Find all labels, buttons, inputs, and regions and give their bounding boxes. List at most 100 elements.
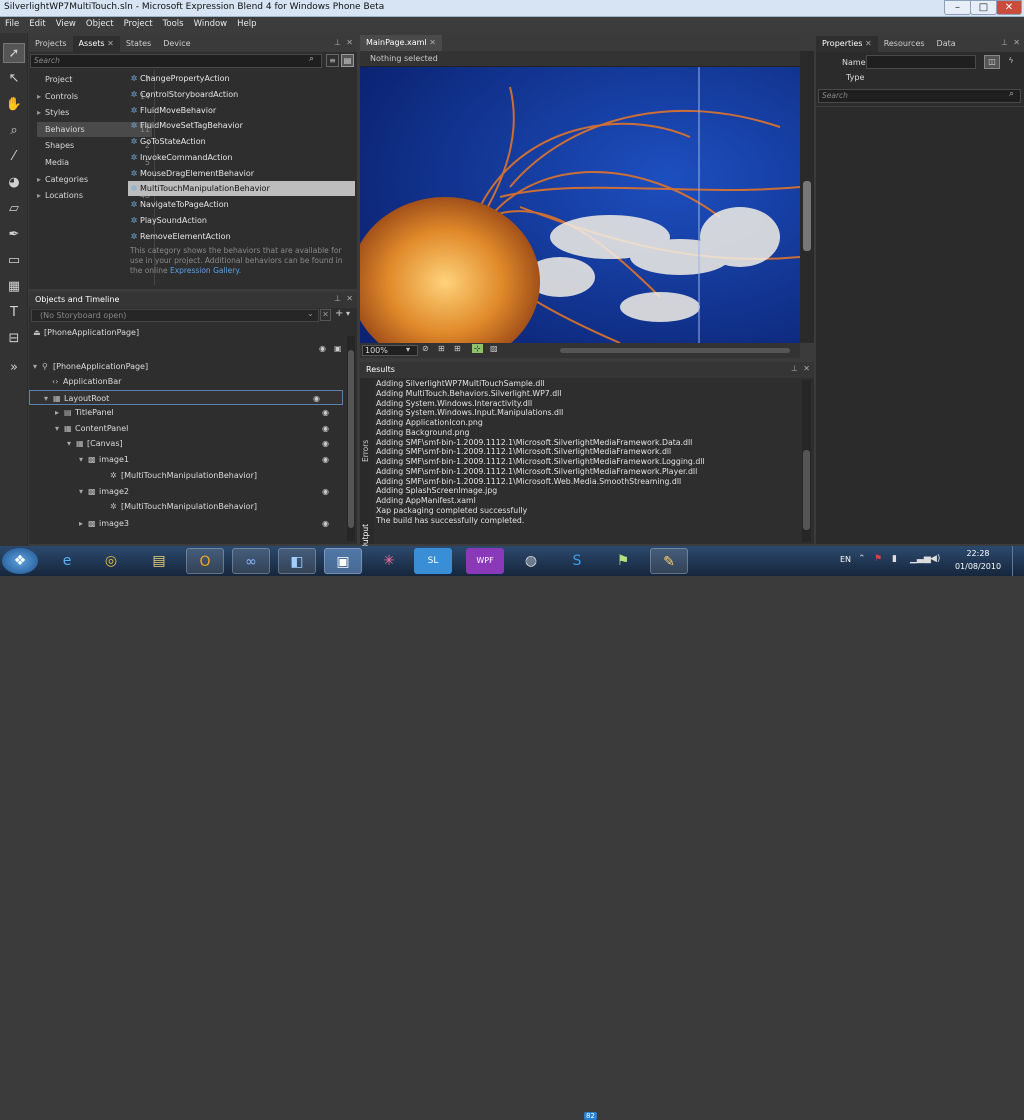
behavior-item[interactable]: ✲ ControlStoryboardAction — [128, 87, 355, 102]
eye-icon[interactable]: ◉ — [313, 391, 320, 406]
pen-tool-icon[interactable]: ✒ — [3, 225, 25, 245]
snap-lines-icon[interactable]: ⊹ — [472, 344, 483, 353]
tree-row[interactable]: ▸ ▩ image3 ◉ — [79, 516, 347, 531]
tab-resources[interactable]: Resources — [878, 36, 931, 52]
maximize-button[interactable]: □ — [970, 0, 997, 15]
brush-transform-tool-icon[interactable]: ▱ — [3, 199, 25, 219]
behavior-item[interactable]: ✲ FluidMoveSetTagBehavior — [128, 118, 355, 133]
expand-icon[interactable]: ▸ — [55, 405, 64, 420]
tab-properties[interactable]: Properties ✕ — [816, 36, 878, 52]
annotations-icon[interactable]: ▨ — [490, 344, 498, 353]
menu-object[interactable]: Object — [81, 17, 119, 32]
panel-close-icon[interactable]: ✕ — [346, 38, 353, 47]
panel-close-icon[interactable]: ✕ — [1013, 38, 1020, 47]
skype-icon[interactable]: S — [558, 548, 596, 574]
tab-assets[interactable]: Assets ✕ — [72, 36, 120, 52]
assets-search-input[interactable]: Search — [30, 54, 322, 68]
tree-row[interactable]: ▾ ▩ image1 ◉ — [79, 452, 347, 467]
close-icon[interactable]: ✕ — [429, 38, 436, 47]
tree-row[interactable]: ‹› ApplicationBar — [43, 374, 347, 389]
menu-view[interactable]: View — [51, 17, 81, 32]
expand-icon[interactable]: ▸ — [79, 516, 88, 531]
close-icon[interactable]: ✕ — [865, 39, 872, 48]
visual-studio-icon[interactable]: ∞ — [232, 548, 270, 574]
menu-help[interactable]: Help — [232, 17, 261, 32]
expression-blend-icon[interactable]: ▣ — [324, 548, 362, 574]
menu-window[interactable]: Window — [189, 17, 233, 32]
close-icon[interactable]: ✕ — [107, 39, 114, 48]
power-icon[interactable]: ▮ — [892, 554, 897, 564]
grid-tool-icon[interactable]: ▦ — [3, 277, 25, 297]
pin-icon[interactable]: ⊥ — [334, 38, 341, 47]
results-scrollbar[interactable] — [802, 380, 811, 542]
chevron-down-icon[interactable]: ▾ — [406, 345, 410, 354]
close-storyboard-icon[interactable]: ✕ — [320, 309, 331, 321]
tab-projects[interactable]: Projects — [29, 36, 73, 52]
eyedropper-tool-icon[interactable]: ⁄ — [3, 147, 25, 167]
tree-row[interactable]: ▾ ▦ [Canvas] ◉ — [67, 436, 347, 451]
eye-icon[interactable]: ◉ — [322, 436, 329, 451]
language-indicator[interactable]: EN — [840, 555, 851, 564]
eye-icon[interactable]: ◉ — [322, 484, 329, 499]
tab-device[interactable]: Device — [157, 36, 196, 52]
expand-icon[interactable]: ▾ — [55, 421, 64, 436]
behavior-item[interactable]: ✲ FluidMoveBehavior — [128, 103, 355, 118]
scope-row[interactable]: ⏏ [PhoneApplicationPage] — [33, 325, 139, 340]
selection-tool-icon[interactable]: ➚ — [3, 43, 25, 63]
behavior-item[interactable]: ✲ InvokeCommandAction — [128, 150, 355, 165]
expand-icon[interactable]: ▾ — [79, 452, 88, 467]
assets-expand-icon[interactable]: » — [3, 358, 25, 378]
panel-close-icon[interactable]: ✕ — [346, 294, 353, 303]
eye-icon[interactable]: ◉ — [319, 344, 326, 353]
lightning-icon[interactable]: ϟ — [1003, 55, 1019, 69]
network-app-icon[interactable]: ◍ — [512, 548, 550, 574]
chrome-icon[interactable]: ◎ — [92, 548, 130, 574]
chevron-down-icon[interactable]: ⌄ — [307, 309, 314, 318]
scroll-thumb[interactable] — [348, 350, 354, 528]
behavior-item[interactable]: ✲ ChangePropertyAction — [128, 71, 355, 86]
wpf-icon[interactable]: WPF — [466, 548, 504, 574]
menu-tools[interactable]: Tools — [158, 17, 189, 32]
network-icon[interactable]: ▁▃▅ — [910, 554, 931, 564]
text-tool-icon[interactable]: T — [3, 303, 25, 323]
pin-icon[interactable]: ⊥ — [791, 364, 798, 373]
expand-icon[interactable]: ▾ — [67, 436, 76, 451]
pin-icon[interactable]: ⊥ — [1001, 38, 1008, 47]
menu-project[interactable]: Project — [119, 17, 158, 32]
tab-mainpage[interactable]: MainPage.xaml ✕ — [360, 35, 442, 51]
internet-explorer-icon[interactable]: e — [48, 548, 86, 574]
close-button[interactable]: ✕ — [996, 0, 1022, 15]
snap-grid-icon[interactable]: ⊞ — [454, 344, 461, 353]
tree-row[interactable]: ✲ [MultiTouchManipulationBehavior] — [101, 499, 347, 514]
zoom-tool-icon[interactable]: ⌕ — [3, 121, 25, 141]
pen-app-icon[interactable]: ✎ — [650, 548, 688, 574]
tab-states[interactable]: States — [120, 36, 157, 52]
outlook-icon[interactable]: O — [186, 548, 224, 574]
eye-icon[interactable]: ◉ — [322, 452, 329, 467]
controls-tool-icon[interactable]: ⊟ — [3, 329, 25, 349]
menu-file[interactable]: File — [0, 17, 24, 32]
behavior-item[interactable]: ✲ PlaySoundAction — [128, 213, 355, 228]
expand-icon[interactable]: ▾ — [44, 391, 53, 406]
tools-icon[interactable]: ⚑ — [604, 548, 642, 574]
show-desktop-button[interactable] — [1012, 546, 1024, 576]
start-button[interactable]: ❖ — [2, 548, 38, 574]
direct-selection-tool-icon[interactable]: ↖ — [3, 69, 25, 89]
behavior-item[interactable]: ✲ NavigateToPageAction — [128, 197, 355, 212]
tab-data[interactable]: Data — [931, 36, 962, 52]
artboard-hscroll[interactable] — [560, 348, 790, 353]
clock-time[interactable]: 22:28 — [958, 549, 998, 558]
grid-toggle-icon[interactable]: ⊞ — [438, 344, 445, 353]
tray-expand-icon[interactable]: ⌃ — [858, 554, 866, 564]
tab-errors[interactable]: Errors — [361, 440, 370, 462]
name-field[interactable] — [866, 55, 976, 69]
storyboard-menu-icon[interactable]: ▾ — [346, 309, 350, 318]
storyboard-picker[interactable]: (No Storyboard open) — [31, 309, 319, 322]
tree-row[interactable]: ▾ ⚲ [PhoneApplicationPage] — [33, 359, 347, 374]
eye-icon[interactable]: ◉ — [322, 405, 329, 420]
scroll-thumb[interactable] — [803, 181, 811, 251]
pin-icon[interactable]: ⊥ — [334, 294, 341, 303]
tree-row[interactable]: ▸ ▤ TitlePanel ◉ — [55, 405, 347, 420]
rectangle-tool-icon[interactable]: ▭ — [3, 251, 25, 271]
xaml-app-icon[interactable]: ✳ — [370, 548, 408, 574]
